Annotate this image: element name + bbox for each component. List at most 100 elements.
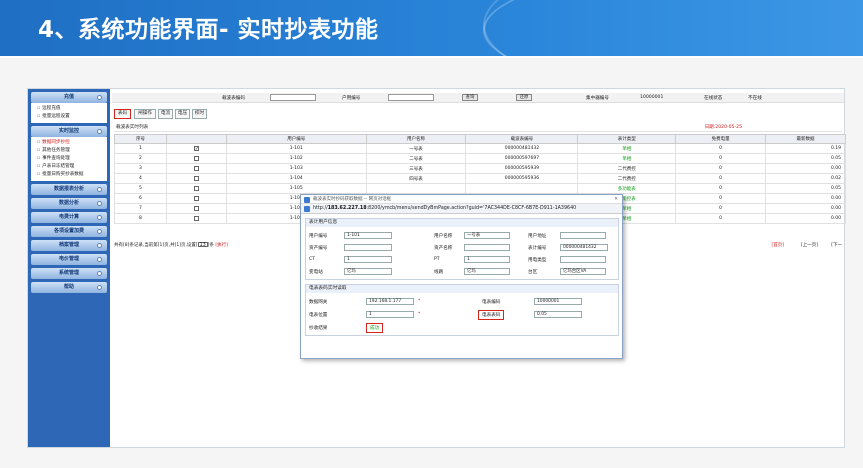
pt-field[interactable]: 1: [464, 256, 510, 263]
collapse-toggle-icon[interactable]: [97, 129, 102, 134]
query-button[interactable]: 查询: [462, 94, 478, 101]
meter-no-field[interactable]: 000000481432: [560, 244, 608, 251]
user-name-field[interactable]: 一号表: [464, 232, 510, 239]
cell-type: 单相: [577, 153, 677, 164]
sidebar-section-header[interactable]: 电价管理: [31, 254, 107, 265]
row-checkbox[interactable]: [193, 165, 199, 171]
banner-wave: [483, 0, 863, 56]
row-checkbox[interactable]: ✓: [193, 145, 199, 151]
area-field[interactable]: 亿玛台区VA: [560, 268, 606, 275]
collapse-toggle-icon[interactable]: [97, 229, 102, 234]
sidebar-item[interactable]: 其他任务管理: [31, 147, 107, 155]
sidebar-item[interactable]: 批量日购买抄表数据: [31, 171, 107, 179]
user-address-field[interactable]: [560, 232, 606, 239]
sidebar-section-header[interactable]: 各项设置加费: [31, 226, 107, 237]
close-icon[interactable]: ✕: [614, 195, 618, 204]
tab-voltage[interactable]: 电压: [175, 109, 190, 119]
sidebar-section-label: 数据报表分析: [53, 186, 84, 192]
cell-meter: 000000595939: [465, 163, 579, 174]
app-screenshot: 充值远程充值批量远程设置实时监控数据同步抄控其他任务管理事件查询处理户表日冻结管…: [27, 88, 846, 448]
first-page-link[interactable]: [首页]: [771, 242, 784, 248]
online-status-label: 在线状态: [704, 96, 723, 101]
meter-code-field[interactable]: 10000001: [534, 298, 582, 305]
collapse-toggle-icon[interactable]: [97, 201, 102, 206]
collapse-toggle-icon[interactable]: [97, 243, 102, 248]
sidebar-item[interactable]: 批量远程设置: [31, 113, 107, 121]
tab-time-sync[interactable]: 校时: [192, 109, 207, 119]
cell-free: 0: [675, 183, 767, 194]
meter-no-input[interactable]: [270, 94, 316, 101]
page-size-input[interactable]: 13: [197, 242, 208, 248]
row-select-cell: [165, 203, 227, 214]
user-no-field[interactable]: 1-101: [344, 232, 392, 239]
table-row[interactable]: 2 1-102 二号表 000000597697 单相 0 0.05: [114, 153, 846, 164]
sidebar-item[interactable]: 事件查询处理: [31, 155, 107, 163]
line-field[interactable]: 亿玛: [464, 268, 510, 275]
collapse-toggle-icon[interactable]: [97, 257, 102, 262]
row-select-cell: [165, 183, 227, 194]
cell-no: 7: [114, 203, 167, 214]
col-header: 序号: [114, 134, 167, 144]
meter-reading-field[interactable]: 0.05: [534, 311, 582, 318]
sidebar-section-label: 数据分析: [58, 200, 79, 206]
sidebar-section-header[interactable]: 帮助: [31, 282, 107, 293]
prev-page-link[interactable]: [上一页]: [801, 242, 818, 248]
cell-free: 0: [675, 193, 767, 204]
sidebar-section-header[interactable]: 系统管理: [31, 268, 107, 279]
next-page-link[interactable]: [下一: [831, 242, 842, 248]
row-checkbox[interactable]: [193, 195, 199, 201]
sidebar-section-header[interactable]: 档案管理: [31, 240, 107, 251]
tab-meter-reading[interactable]: 表码: [114, 109, 131, 119]
row-checkbox[interactable]: [193, 205, 199, 211]
row-checkbox[interactable]: [193, 185, 199, 191]
row-select-cell: ✓: [165, 143, 227, 154]
table-row[interactable]: 3 1-103 三号表 000000595939 二代费控 0 0.00: [114, 163, 846, 174]
sidebar-section-header[interactable]: 电费计算: [31, 212, 107, 223]
table-row[interactable]: 5 1-105 多功能表 0 0.05: [114, 183, 846, 194]
user-no-input[interactable]: [388, 94, 434, 101]
cell-no: 1: [114, 143, 167, 154]
sidebar-section-header[interactable]: 实时监控: [31, 126, 107, 137]
row-checkbox[interactable]: [193, 175, 199, 181]
url-host: 183.62.227.18: [327, 206, 367, 211]
substation-field[interactable]: 亿玛: [344, 268, 392, 275]
row-checkbox[interactable]: [193, 155, 199, 161]
reading-result-status: 成功: [366, 323, 384, 333]
sidebar-item[interactable]: 户表日冻结管理: [31, 163, 107, 171]
sidebar-section-header[interactable]: 数据报表分析: [31, 184, 107, 195]
row-checkbox[interactable]: [193, 215, 199, 221]
user-no-label: 户用编号: [342, 96, 361, 101]
sidebar-item[interactable]: 数据同步抄控: [31, 139, 107, 147]
tab-switch-operation[interactable]: 闸操作: [134, 109, 156, 119]
grid-title-bar: 载波表实时列表 日期:2020-05-25: [114, 124, 842, 132]
asset-name-field[interactable]: [464, 244, 510, 251]
cell-meter: 000000481432: [465, 143, 579, 154]
collapse-toggle-icon[interactable]: [97, 95, 102, 100]
ct-field[interactable]: 1: [344, 256, 392, 263]
collapse-toggle-icon[interactable]: [97, 271, 102, 276]
tab-current[interactable]: 电流: [158, 109, 173, 119]
cell-latest: 0.05: [765, 153, 846, 164]
field-label: 数据网关: [309, 300, 328, 305]
field-label: 用户编号: [309, 234, 328, 239]
gateway-ip-field[interactable]: 192.168.1.177: [366, 298, 414, 305]
cell-user: 1-103: [225, 163, 367, 174]
meter-position-field[interactable]: 1: [366, 311, 414, 318]
cell-user: 1-101: [225, 143, 367, 154]
online-status-value: 不在线: [748, 96, 762, 101]
collapse-toggle-icon[interactable]: [97, 187, 102, 192]
execute-link[interactable]: [执行]: [215, 243, 228, 248]
col-header: [165, 134, 227, 144]
table-row[interactable]: 1 ✓ 1-101 一号表 000000481432 单相 0 0.19: [114, 143, 846, 154]
table-row[interactable]: 4 1-104 四号表 000000595936 二代费控 0 0.02: [114, 173, 846, 184]
sidebar-section-header[interactable]: 数据分析: [31, 198, 107, 209]
collapse-toggle-icon[interactable]: [97, 285, 102, 290]
cell-latest: 0.02: [765, 173, 846, 184]
title-banner: 4、系统功能界面- 实时抄表功能: [0, 0, 863, 56]
asset-no-field[interactable]: [344, 244, 392, 251]
reset-button[interactable]: 还原: [516, 94, 532, 101]
sidebar-section-header[interactable]: 充值: [31, 92, 107, 103]
sidebar-item[interactable]: 远程充值: [31, 105, 107, 113]
collapse-toggle-icon[interactable]: [97, 215, 102, 220]
usage-type-field[interactable]: [560, 256, 606, 263]
